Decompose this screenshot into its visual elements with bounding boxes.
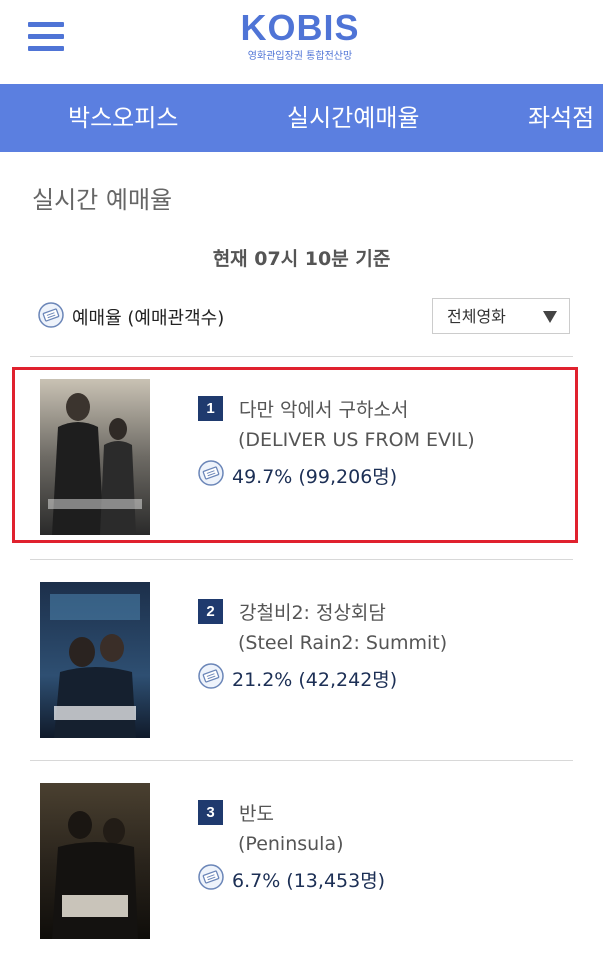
movie-title-ko[interactable]: 강철비2: 정상회담 xyxy=(239,598,386,625)
divider xyxy=(30,760,573,761)
tab-realtime-reservation[interactable]: 실시간예매율 xyxy=(287,84,419,152)
rank-badge: 3 xyxy=(198,799,223,825)
hamburger-menu-icon[interactable] xyxy=(28,22,64,52)
legend: 예매율 (예매관객수) xyxy=(38,302,225,332)
ticket-icon xyxy=(38,302,64,332)
movie-info: 3 반도 (Peninsula) 6.7% (13,453명) xyxy=(198,799,385,894)
page-title: 실시간 예매율 xyxy=(32,186,173,214)
divider xyxy=(30,356,573,357)
movie-title-ko[interactable]: 반도 xyxy=(239,799,274,826)
movie-poster[interactable] xyxy=(40,582,150,738)
movie-title-en: (Steel Rain2: Summit) xyxy=(238,632,448,654)
reservation-rate: 21.2% (42,242명) xyxy=(232,668,398,691)
reservation-rate: 6.7% (13,453명) xyxy=(232,869,386,892)
legend-label: 예매율 (예매관객수) xyxy=(72,308,225,329)
movie-poster[interactable] xyxy=(40,783,150,939)
movie-filter-select[interactable]: 전체영화 xyxy=(432,298,570,334)
triangle-down-icon xyxy=(543,311,557,323)
ticket-icon xyxy=(198,460,224,490)
movie-title-en: (DELIVER US FROM EVIL) xyxy=(238,429,475,451)
tab-seat-share[interactable]: 좌석점 xyxy=(528,84,594,152)
logo[interactable]: KOBIS 영화관입장권 통합전산망 xyxy=(230,6,370,63)
rank-badge: 2 xyxy=(198,598,223,624)
basis-time: 현재 07시 10분 기준 xyxy=(212,248,391,270)
divider xyxy=(30,559,573,560)
logo-text: KOBIS xyxy=(240,7,360,48)
movie-info: 1 다만 악에서 구하소서 (DELIVER US FROM EVIL) 49.… xyxy=(198,395,475,490)
reservation-rate: 49.7% (99,206명) xyxy=(232,465,398,488)
movie-poster[interactable] xyxy=(40,379,150,535)
rank-badge: 1 xyxy=(198,395,223,421)
movie-item-2[interactable]: 2 강철비2: 정상회담 (Steel Rain2: Summit) 21.2%… xyxy=(12,570,578,746)
movie-info: 2 강철비2: 정상회담 (Steel Rain2: Summit) 21.2%… xyxy=(198,598,447,693)
movie-title-ko[interactable]: 다만 악에서 구하소서 xyxy=(239,395,408,422)
filter-selected-value: 전체영화 xyxy=(447,307,506,326)
movie-item-3[interactable]: 3 반도 (Peninsula) 6.7% (13,453명) xyxy=(12,771,578,947)
tab-box-office[interactable]: 박스오피스 xyxy=(68,84,178,152)
ticket-icon xyxy=(198,663,224,693)
movie-item-1[interactable]: 1 다만 악에서 구하소서 (DELIVER US FROM EVIL) 49.… xyxy=(12,367,578,543)
top-bar: KOBIS 영화관입장권 통합전산망 xyxy=(0,0,603,84)
movie-title-en: (Peninsula) xyxy=(238,833,344,855)
nav-tabs: 박스오피스 실시간예매율 좌석점 xyxy=(0,84,603,152)
ticket-icon xyxy=(198,864,224,894)
logo-subtitle: 영화관입장권 통합전산망 xyxy=(247,51,353,62)
